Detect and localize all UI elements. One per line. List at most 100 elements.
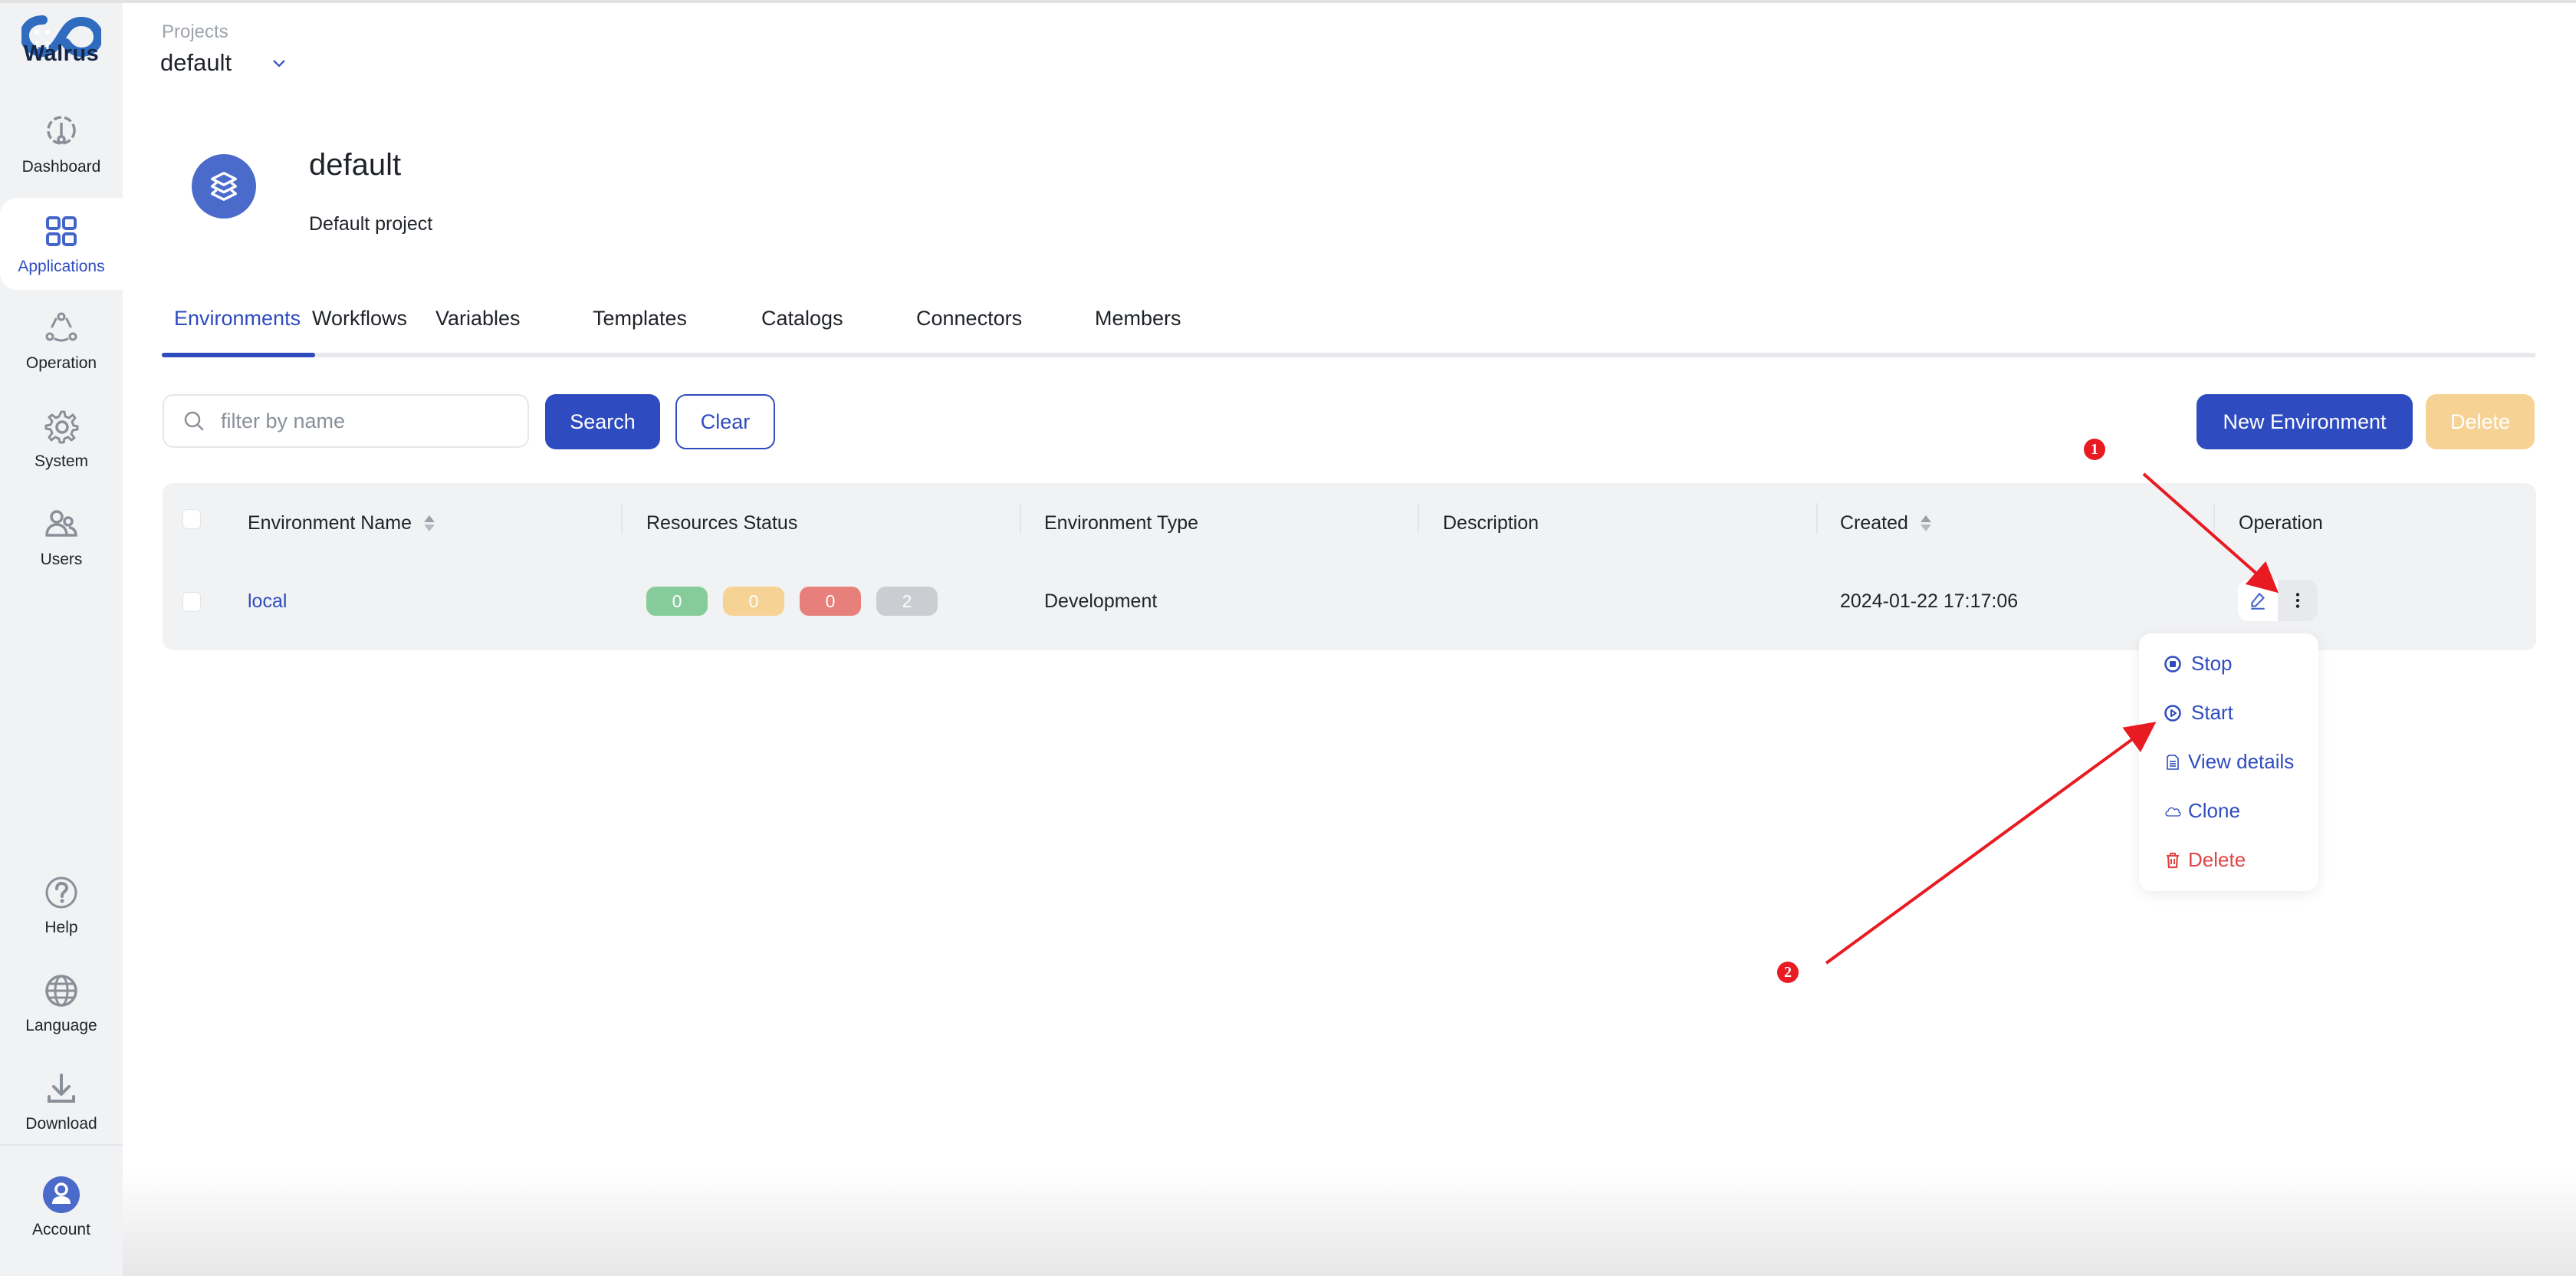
column-header-environment-type: Environment Type <box>1044 511 1199 534</box>
sort-icon[interactable] <box>423 515 435 531</box>
play-circle-icon <box>2164 704 2181 722</box>
search-input[interactable] <box>221 409 512 433</box>
sidebar-item-label: Dashboard <box>21 158 101 176</box>
users-icon <box>45 510 77 537</box>
annotation-marker-1: 1 <box>2084 439 2105 460</box>
tab-catalogs[interactable]: Catalogs <box>761 307 843 331</box>
menu-item-label: Clone <box>2188 799 2240 822</box>
edit-button[interactable] <box>2238 580 2278 621</box>
menu-item-start[interactable]: Start <box>2164 701 2233 725</box>
annotation-marker-2: 2 <box>1777 962 1799 983</box>
sidebar-item-label: Applications <box>18 258 105 275</box>
column-divider <box>1816 503 1818 534</box>
menu-item-label: Stop <box>2191 652 2233 675</box>
project-selector[interactable]: default <box>160 49 288 77</box>
project-tabs: Environments Workflows Variables Templat… <box>162 302 2535 357</box>
download-icon <box>48 1074 75 1103</box>
sidebar-item-label: Help <box>44 919 78 936</box>
status-pill-inactive[interactable]: 2 <box>876 587 938 616</box>
tab-variables[interactable]: Variables <box>435 307 521 331</box>
column-header-label: Environment Name <box>248 511 412 534</box>
column-divider <box>1418 503 1419 534</box>
brand-logo[interactable]: Walrus <box>0 0 123 84</box>
column-header-created[interactable]: Created <box>1840 506 1931 540</box>
column-header-resources-status: Resources Status <box>646 511 798 534</box>
menu-item-view-details[interactable]: View details <box>2164 750 2294 774</box>
sidebar-item-label: System <box>34 452 88 470</box>
sidebar-item-system[interactable]: System <box>0 393 123 482</box>
column-divider <box>1020 503 1021 534</box>
column-header-environment-name[interactable]: Environment Name <box>248 506 435 540</box>
more-vertical-icon <box>2295 593 2300 608</box>
menu-item-delete[interactable]: Delete <box>2164 848 2246 872</box>
environments-table: Environment Name Resources Status Enviro… <box>163 483 2536 650</box>
resources-status-pills: 0 0 0 2 <box>646 584 953 618</box>
search-icon <box>184 411 204 431</box>
tab-templates[interactable]: Templates <box>593 307 687 331</box>
row-operations <box>2238 580 2318 621</box>
column-divider <box>621 503 623 534</box>
sidebar-item-label: Language <box>25 1017 97 1034</box>
project-description: Default project <box>309 213 433 235</box>
document-icon <box>2167 754 2179 770</box>
column-header-description: Description <box>1443 511 1539 534</box>
new-environment-button[interactable]: New Environment <box>2196 394 2413 449</box>
select-all-checkbox[interactable] <box>182 509 201 529</box>
column-header-operation: Operation <box>2239 511 2323 534</box>
column-divider <box>2213 503 2215 534</box>
cloud-icon <box>2165 807 2181 817</box>
sidebar-item-applications[interactable]: Applications <box>0 198 123 290</box>
created-cell: 2024-01-22 17:17:06 <box>1840 590 2019 612</box>
sidebar-item-download[interactable]: Download <box>0 1055 123 1144</box>
sidebar-item-account[interactable]: Account <box>0 1166 123 1255</box>
status-pill-transitioning[interactable]: 0 <box>723 587 784 616</box>
stop-circle-icon <box>2164 655 2181 673</box>
sort-icon[interactable] <box>1920 515 1931 531</box>
row-actions-menu: Stop Start View details Clone Delete <box>2139 633 2318 891</box>
projects-label: Projects <box>162 21 228 42</box>
tab-workflows[interactable]: Workflows <box>312 307 407 331</box>
search-field <box>163 394 529 448</box>
window-top-border <box>0 0 2576 3</box>
search-button[interactable]: Search <box>545 394 660 449</box>
menu-item-clone[interactable]: Clone <box>2164 799 2240 823</box>
sidebar-item-label: Users <box>40 551 83 568</box>
project-selector-value: default <box>160 49 232 76</box>
menu-item-stop[interactable]: Stop <box>2164 652 2233 676</box>
column-header-label: Created <box>1840 511 1908 534</box>
sidebar-item-dashboard[interactable]: Dashboard <box>0 98 123 187</box>
menu-item-label: Delete <box>2188 848 2246 871</box>
brand-name: Walrus <box>23 41 100 66</box>
sidebar: Walrus Dashboard Applications Operation <box>0 0 123 1276</box>
tab-environments[interactable]: Environments <box>174 307 301 331</box>
environment-type-cell: Development <box>1044 590 1158 612</box>
status-pill-error[interactable]: 0 <box>800 587 861 616</box>
help-icon <box>45 876 77 909</box>
tab-members[interactable]: Members <box>1095 307 1181 331</box>
more-actions-button[interactable] <box>2278 580 2318 621</box>
clear-button[interactable]: Clear <box>675 394 775 449</box>
menu-item-label: Start <box>2191 701 2233 724</box>
row-checkbox[interactable] <box>182 592 201 612</box>
menu-item-label: View details <box>2188 750 2295 773</box>
sidebar-item-language[interactable]: Language <box>0 957 123 1046</box>
layers-icon <box>210 172 238 201</box>
status-pill-ready[interactable]: 0 <box>646 587 708 616</box>
project-title: default <box>309 148 402 182</box>
delete-button[interactable]: Delete <box>2426 394 2535 449</box>
sidebar-item-users[interactable]: Users <box>0 491 123 580</box>
operation-icon <box>45 312 77 342</box>
account-avatar-icon <box>43 1176 80 1213</box>
dashboard-icon <box>47 116 76 145</box>
tab-connectors[interactable]: Connectors <box>916 307 1022 331</box>
sidebar-item-label: Account <box>32 1221 90 1238</box>
sidebar-item-label: Operation <box>25 354 97 372</box>
applications-grid-icon <box>46 216 77 246</box>
project-avatar <box>192 154 256 219</box>
globe-icon <box>45 975 77 1007</box>
environment-name-link[interactable]: local <box>248 590 287 613</box>
active-tab-indicator <box>162 353 315 357</box>
sidebar-divider <box>0 1144 123 1146</box>
sidebar-item-operation[interactable]: Operation <box>0 294 123 383</box>
sidebar-item-help[interactable]: Help <box>0 859 123 948</box>
